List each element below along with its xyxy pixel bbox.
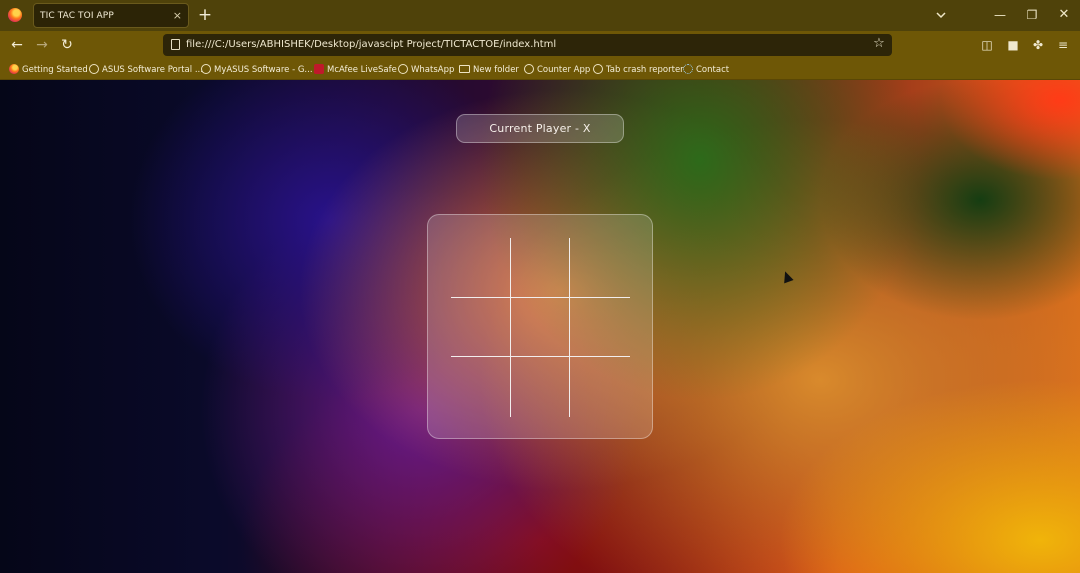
close-icon[interactable]: ×	[173, 9, 182, 22]
board-cell[interactable]	[570, 238, 630, 298]
url-text[interactable]: file:///C:/Users/ABHISHEK/Desktop/javasc…	[186, 39, 556, 50]
globe-icon	[201, 64, 211, 74]
board-cell[interactable]	[451, 357, 511, 417]
globe-icon	[593, 64, 603, 74]
globe-icon	[89, 64, 99, 74]
bookmarks-bar: Getting Started ASUS Software Portal ...…	[0, 59, 1080, 80]
page-content: Current Player - X	[0, 80, 1080, 573]
url-bar[interactable]: file:///C:/Users/ABHISHEK/Desktop/javasc…	[163, 34, 892, 56]
forward-button[interactable]: →	[33, 36, 51, 54]
mcafee-icon	[314, 64, 324, 74]
tab-title: TIC TAC TOI APP	[40, 11, 114, 21]
bookmark-myasus-software[interactable]: MyASUS Software - G...	[201, 63, 313, 77]
reload-button[interactable]: ↻	[58, 36, 76, 54]
board-cell[interactable]	[451, 297, 511, 358]
minimize-button[interactable]: —	[992, 6, 1008, 24]
board-cell[interactable]	[510, 297, 571, 358]
page-icon	[171, 39, 180, 50]
window-close-button[interactable]: ✕	[1056, 6, 1072, 24]
bookmark-mcafee-livesafe[interactable]: McAfee LiveSafe	[314, 63, 397, 77]
board-cell[interactable]	[510, 238, 571, 298]
puzzle-icon[interactable]: ✤	[1030, 37, 1046, 53]
globe-icon	[524, 64, 534, 74]
bookmark-tab-crash-reporter[interactable]: Tab crash reporter	[593, 63, 684, 77]
extension-icon[interactable]: ■	[1005, 37, 1021, 53]
current-player-status: Current Player - X	[456, 114, 624, 143]
bookmark-contact[interactable]: Contact	[683, 63, 729, 77]
folder-icon	[459, 65, 470, 73]
bookmark-counter-app[interactable]: Counter App	[524, 63, 590, 77]
board-cell[interactable]	[570, 298, 630, 358]
mouse-cursor-icon	[780, 269, 794, 284]
board-cell[interactable]	[451, 238, 511, 298]
board-cell[interactable]	[511, 357, 571, 417]
bookmark-asus-software-portal[interactable]: ASUS Software Portal ...	[89, 63, 203, 77]
navigation-bar: ← → ↻ file:///C:/Users/ABHISHEK/Desktop/…	[0, 31, 1080, 59]
back-button[interactable]: ←	[8, 36, 26, 54]
firefox-icon	[9, 64, 19, 74]
pocket-icon[interactable]: ◫	[979, 37, 995, 53]
bookmark-getting-started[interactable]: Getting Started	[9, 63, 88, 77]
game-board	[427, 214, 653, 439]
firefox-icon	[8, 8, 22, 22]
bookmark-whatsapp[interactable]: WhatsApp	[398, 63, 454, 77]
board-grid	[451, 238, 630, 417]
bookmark-new-folder[interactable]: New folder	[459, 63, 519, 77]
maximize-button[interactable]: ❐	[1024, 6, 1040, 24]
tab-strip: TIC TAC TOI APP × + — ❐ ✕	[0, 0, 1080, 31]
gear-icon	[683, 64, 693, 74]
bookmark-star-icon[interactable]: ☆	[870, 35, 888, 53]
globe-icon	[398, 64, 408, 74]
tab-tic-tac-toi[interactable]: TIC TAC TOI APP ×	[33, 3, 189, 28]
chevron-down-icon[interactable]	[934, 8, 948, 22]
new-tab-button[interactable]: +	[197, 5, 213, 25]
hamburger-menu-icon[interactable]: ≡	[1055, 37, 1071, 53]
browser-window: TIC TAC TOI APP × + — ❐ ✕ ← → ↻ file:///…	[0, 0, 1080, 573]
board-cell[interactable]	[570, 357, 630, 417]
